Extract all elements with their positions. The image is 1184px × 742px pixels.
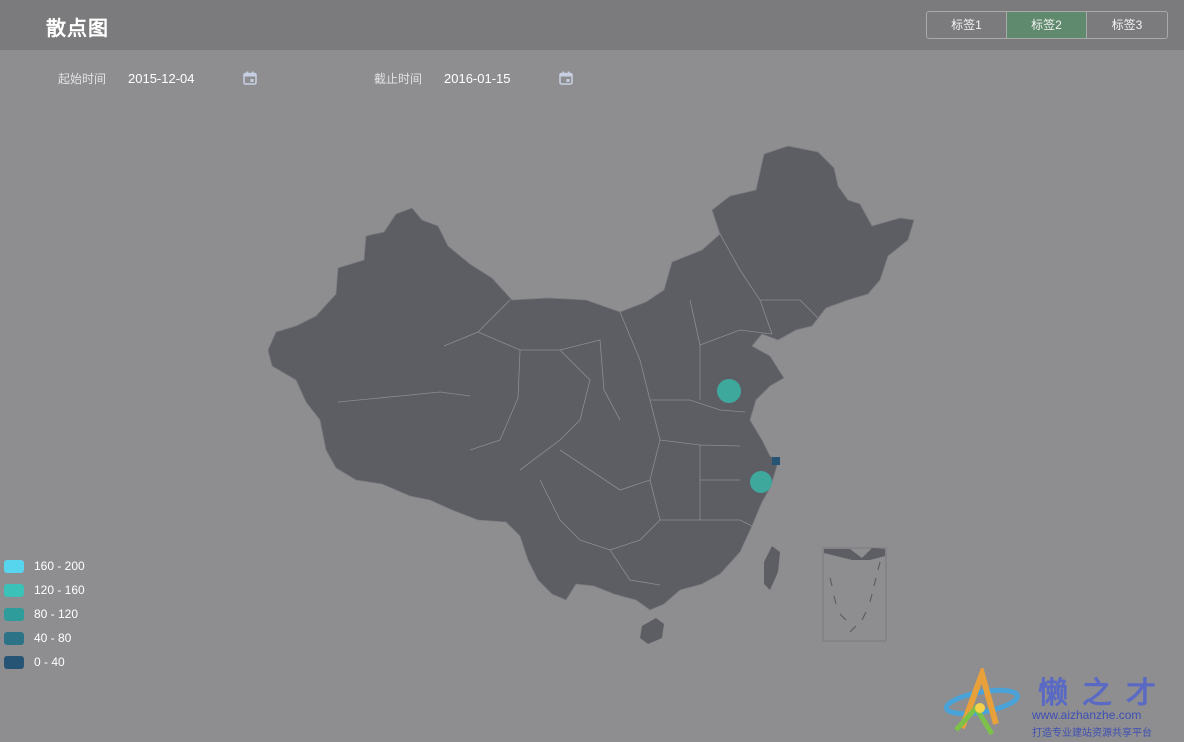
watermark: 懒之才 www.aizhanzhe.com 打造专业建站资源共享平台 [942,668,1184,742]
legend-swatch [4,583,24,597]
legend-label: 160 - 200 [34,559,85,573]
hainan-island [640,618,664,644]
china-mainland [267,145,915,611]
legend-item[interactable]: 40 - 80 [4,626,85,650]
taiwan-island [764,546,780,590]
legend-swatch [4,631,24,645]
legend-label: 80 - 120 [34,607,79,621]
legend-label: 40 - 80 [34,631,72,645]
legend-item[interactable]: 160 - 200 [4,554,85,578]
legend-label: 120 - 160 [34,583,85,597]
inset-islands [829,561,881,633]
scatter-point-shanghai[interactable] [772,457,780,465]
inset-coastline [824,548,885,560]
china-map [267,145,915,644]
legend-item[interactable]: 80 - 120 [4,602,85,626]
visual-map-legend: 160 - 200 120 - 160 80 - 120 40 - 80 0 -… [4,554,85,674]
scatter-point-shandong[interactable] [717,379,741,403]
watermark-url[interactable]: www.aizhanzhe.com [1032,708,1141,722]
legend-item[interactable]: 120 - 160 [4,578,85,602]
watermark-name: 懒之才 [1038,676,1170,711]
scatter-point-zhejiang[interactable] [750,471,772,493]
legend-swatch [4,655,24,669]
legend-item[interactable]: 0 - 40 [4,650,85,674]
watermark-slogan: 打造专业建站资源共享平台 [1032,728,1152,739]
watermark-logo-icon [944,668,1020,736]
legend-swatch [4,607,24,621]
legend-swatch [4,559,24,573]
legend-label: 0 - 40 [34,655,65,669]
